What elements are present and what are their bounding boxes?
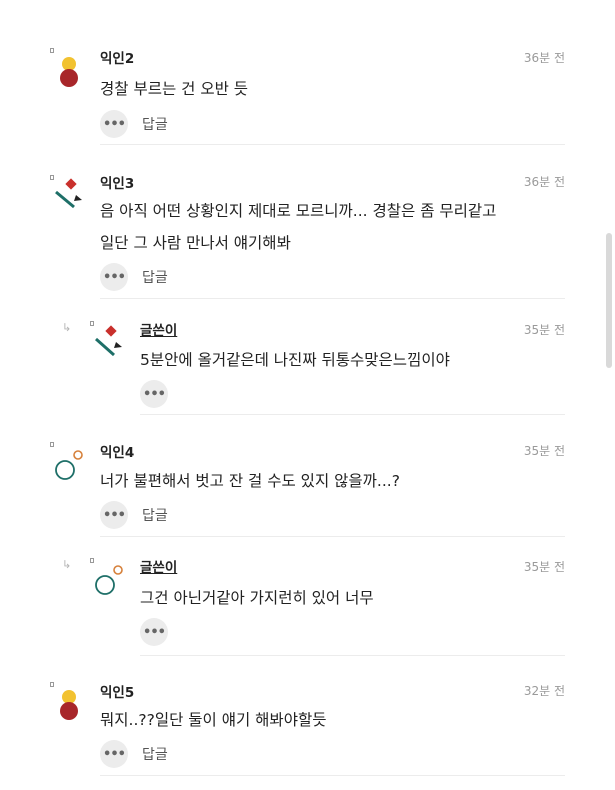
comment-author: 글쓴이 [140,323,178,339]
more-options-button[interactable]: ••• [100,740,128,768]
more-options-button[interactable]: ••• [100,501,128,529]
reply-arrow-icon: ↳ [62,558,72,571]
reply-button[interactable]: 답글 [142,505,168,525]
comment-text: 그건 아닌거같아 가지런히 있어 너무 [140,589,374,607]
comment-author: 익인4 [100,445,135,461]
comment-text: 너가 불편해서 벗고 잔 걸 수도 있지 않을까...? [100,472,400,490]
reply-button[interactable]: 답글 [142,267,168,287]
avatar-icon [60,57,78,87]
comment-author: 익인5 [100,685,135,701]
comment-time: 36분 전 [523,175,565,189]
comment-text: 일단 그 사람 만나서 얘기해봐 [100,234,291,252]
more-options-button[interactable]: ••• [100,110,128,138]
avatar-icon [55,178,82,209]
divider [100,775,565,776]
comment-time: 36분 전 [523,51,565,65]
avatar-icon [55,450,83,480]
comment-time: 35분 전 [523,560,565,574]
more-options-button[interactable]: ••• [140,380,168,408]
reply-button[interactable]: 답글 [142,114,168,134]
comment-time: 35분 전 [523,323,565,337]
marker-icon [50,682,54,687]
more-options-button[interactable]: ••• [140,618,168,646]
divider [100,298,565,299]
reply-arrow-icon: ↳ [62,321,72,334]
comment-author: 글쓴이 [140,560,178,576]
divider [140,414,565,415]
comment-text: 음 아직 어떤 상황인지 제대로 모르니까... 경찰은 좀 무리같고 [100,202,497,220]
avatar-icon [95,325,122,357]
comment-text: 5분안에 올거같은데 나진짜 뒤통수맞은느낌이야 [140,351,450,369]
avatar-icon [95,565,123,595]
divider [140,655,565,656]
comment-text: 뭐지..??일단 둘이 얘기 해봐야할듯 [100,711,327,729]
reply-button[interactable]: 답글 [142,744,168,764]
marker-icon [50,48,54,53]
divider [100,144,565,145]
avatar-icon [60,690,78,720]
divider [100,536,565,537]
comment-author: 익인2 [100,51,135,67]
comment-time: 32분 전 [523,684,565,698]
comment-text: 경찰 부르는 건 오반 듯 [100,80,249,98]
more-options-button[interactable]: ••• [100,263,128,291]
comment-author: 익인3 [100,176,135,192]
comment-time: 35분 전 [523,444,565,458]
marker-icon [50,442,54,447]
scrollbar[interactable] [606,233,612,368]
